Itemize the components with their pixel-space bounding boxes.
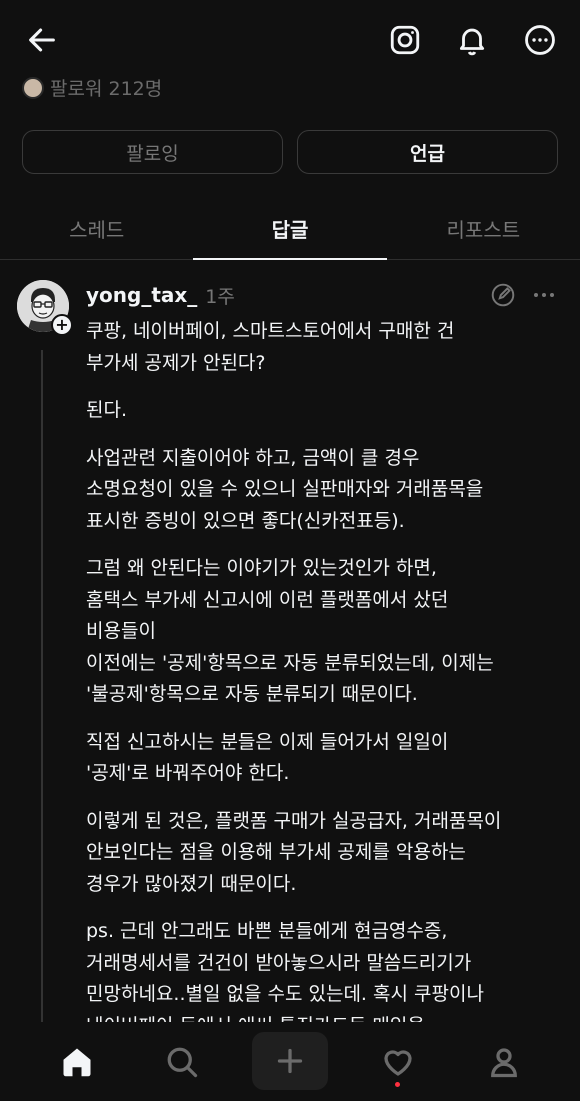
home-icon (63, 1048, 91, 1077)
mention-button[interactable]: 언급 (297, 130, 558, 174)
bell-icon (459, 28, 485, 56)
instagram-icon (390, 25, 420, 55)
edit-icon[interactable] (490, 282, 516, 308)
heart-icon (384, 1050, 412, 1076)
tab-reposts[interactable]: 리포스트 (387, 198, 580, 259)
following-button[interactable]: 팔로잉 (22, 130, 283, 174)
post-paragraph: 된다. (86, 399, 127, 421)
follower-avatar (22, 76, 44, 99)
post-body: 쿠팡, 네이버페이, 스마트스토어에서 구매한 건 부가세 공제가 안된다? 된… (86, 316, 566, 1022)
post-time: 1주 (205, 285, 235, 308)
nav-new-post[interactable] (252, 1032, 328, 1090)
followers-text: 팔로워 212명 (50, 78, 163, 100)
profile-icon (491, 1048, 517, 1078)
post-header: yong_tax_ 1주 (86, 280, 566, 310)
thread-post[interactable]: + yong_tax_ 1주 쿠팡, 네이버페이, 스마트스토어에서 구매한 건… (0, 262, 580, 1022)
plus-icon (277, 1048, 303, 1074)
post-paragraph: 쿠팡, 네이버페이, 스마트스토어에서 구매한 건 부가세 공제가 안된다? (86, 320, 455, 374)
post-paragraph: ps. 근데 안그래도 바쁜 분들에게 현금영수증, 거래명세서를 건건이 받아… (86, 920, 484, 1022)
notifications-button[interactable] (450, 18, 494, 62)
instagram-button[interactable] (383, 18, 427, 62)
followers-count[interactable]: 팔로워 212명 (22, 74, 162, 101)
back-button[interactable] (20, 18, 64, 62)
tab-threads[interactable]: 스레드 (0, 198, 193, 259)
more-horizontal-icon[interactable] (530, 282, 558, 308)
search-icon (167, 1047, 198, 1078)
post-paragraph: 그럼 왜 안된다는 이야기가 있는것인가 하면, 홈택스 부가세 신고시에 이런… (86, 557, 494, 705)
thread-line (41, 350, 43, 1022)
nav-profile[interactable] (472, 1034, 536, 1090)
more-options-button[interactable] (518, 18, 562, 62)
username[interactable]: yong_tax_ (86, 283, 197, 307)
nav-home[interactable] (45, 1034, 109, 1090)
post-paragraph: 사업관련 지출이어야 하고, 금액이 클 경우 소명요청이 있을 수 있으니 실… (86, 446, 484, 532)
follow-plus-badge[interactable]: + (51, 314, 73, 336)
nav-search[interactable] (150, 1034, 214, 1090)
top-bar (0, 0, 580, 80)
profile-tabs: 스레드 답글 리포스트 (0, 198, 580, 260)
post-paragraph: 이렇게 된 것은, 플랫폼 구매가 실공급자, 거래품목이 안보인다는 점을 이… (86, 809, 502, 895)
post-paragraph: 직접 신고하시는 분들은 이제 들어가서 일일이 '공제'로 바꿔주어야 한다. (86, 730, 449, 785)
bottom-navigation (0, 1022, 580, 1101)
tab-replies[interactable]: 답글 (193, 198, 387, 260)
more-circle-icon (525, 25, 555, 55)
notification-dot (395, 1082, 400, 1087)
back-arrow-icon (29, 28, 55, 52)
